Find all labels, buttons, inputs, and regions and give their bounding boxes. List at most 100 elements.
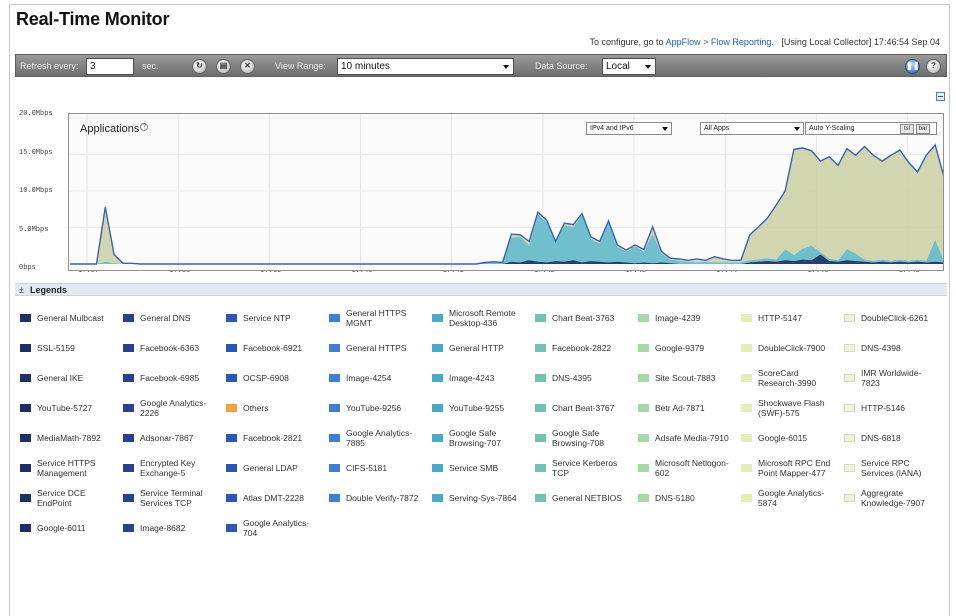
legend-item[interactable]: Double Verify-7872 <box>329 484 424 512</box>
legend-item[interactable]: DNS-4395 <box>535 364 630 392</box>
data-source-select[interactable]: Local <box>602 58 656 75</box>
legend-item[interactable]: General HTTPS MGMT <box>329 304 424 332</box>
legend-item[interactable]: Google Analytics-704 <box>226 514 321 542</box>
legend-item[interactable]: Microsoft Remote Desktop-436 <box>432 304 527 332</box>
legend-item[interactable]: General HTTPS <box>329 334 424 362</box>
print-icon[interactable]: ▤ <box>216 59 231 74</box>
legend-item[interactable]: Shockwave Flash (SWF)-575 <box>741 394 836 422</box>
legend-header[interactable]: ± Legends <box>15 283 947 296</box>
legend-swatch <box>123 434 134 442</box>
collapse-icon[interactable] <box>936 92 945 101</box>
help-icon[interactable]: ? <box>926 59 941 74</box>
legend-item[interactable]: OCSP-6908 <box>226 364 321 392</box>
legend-item[interactable]: Google Analytics-7885 <box>329 424 424 452</box>
legend-label: Google Analytics-7885 <box>346 428 413 448</box>
legend-label: DNS-4398 <box>861 343 901 353</box>
flow-reporting-link[interactable]: AppFlow > Flow Reporting. <box>666 37 774 47</box>
legend-item[interactable]: Google Safe Browsing-707 <box>432 424 527 452</box>
legend-swatch <box>844 374 855 382</box>
legend-item[interactable]: YouTube-9255 <box>432 394 527 422</box>
legend-item[interactable]: Adsonar-7867 <box>123 424 218 452</box>
legend-item[interactable]: General IKE <box>20 364 115 392</box>
legend-item[interactable]: ScoreCard Research-3990 <box>741 364 836 392</box>
legend-item[interactable]: Facebook-6363 <box>123 334 218 362</box>
legend-swatch <box>329 314 340 322</box>
legend-item[interactable]: Google Analytics-5874 <box>741 484 836 512</box>
refresh-interval-input[interactable] <box>86 58 134 75</box>
legend-item[interactable]: General LDAP <box>226 454 321 482</box>
legend-item[interactable]: Service SMB <box>432 454 527 482</box>
legend-swatch <box>329 434 340 442</box>
legend-label: General HTTPS MGMT <box>346 308 407 328</box>
legend-item[interactable]: Image-8682 <box>123 514 218 542</box>
legend-swatch <box>432 404 443 412</box>
legend-item[interactable]: Atlas DMT-2228 <box>226 484 321 512</box>
settings-icon[interactable]: ✕ <box>240 59 255 74</box>
legend-item[interactable]: Microsoft Netlogon-602 <box>638 454 733 482</box>
legend-label: CIFS-5181 <box>346 463 388 473</box>
help-icon[interactable]: ? <box>140 123 149 131</box>
expand-icon[interactable]: ± <box>19 285 24 295</box>
legend-item[interactable]: Google-6015 <box>741 424 836 452</box>
legend-label: Microsoft Netlogon-602 <box>655 458 729 478</box>
chart-bar-button[interactable]: bar <box>916 124 930 134</box>
legend-item[interactable]: Service HTTPS Management <box>20 454 115 482</box>
legend-item[interactable]: DoubleClick-6261 <box>844 304 939 332</box>
legend-item[interactable]: General HTTP <box>432 334 527 362</box>
legend-item[interactable]: HTTP-5146 <box>844 394 939 422</box>
legend-item[interactable]: YouTube-9256 <box>329 394 424 422</box>
legend-item[interactable]: DNS-5180 <box>638 484 733 512</box>
legend-item[interactable]: Aggregrate Knowledge-7907 <box>844 484 939 512</box>
legend-item[interactable]: HTTP-5147 <box>741 304 836 332</box>
pause-icon[interactable]: ❚❚ <box>905 59 920 74</box>
app-filter-select[interactable]: All Apps <box>700 122 804 135</box>
legend-item[interactable]: Facebook-6985 <box>123 364 218 392</box>
legend-item[interactable]: Facebook-6921 <box>226 334 321 362</box>
legend-label: General LDAP <box>243 463 298 473</box>
legend-item[interactable]: DNS-4398 <box>844 334 939 362</box>
legend-item[interactable]: General Mulbcast <box>20 304 115 332</box>
legend-item[interactable]: Others <box>226 394 321 422</box>
legend-label: General IKE <box>37 373 84 383</box>
legend-item[interactable]: Facebook-2822 <box>535 334 630 362</box>
legend-item[interactable]: Image-4239 <box>638 304 733 332</box>
refresh-icon[interactable]: ↻ <box>192 59 207 74</box>
legend-item[interactable]: DNS-6818 <box>844 424 939 452</box>
legend-swatch <box>226 404 237 412</box>
legend-item[interactable]: Service Kerberos TCP <box>535 454 630 482</box>
legend-item[interactable]: YouTube-5727 <box>20 394 115 422</box>
legend-item[interactable]: Google Analytics-2226 <box>123 394 218 422</box>
legend-label: General Mulbcast <box>37 313 104 323</box>
legend-item[interactable]: Service DCE EndPoint <box>20 484 115 512</box>
legend-item[interactable]: Betr Ad-7871 <box>638 394 733 422</box>
legend-item[interactable]: Encrypted Key Exchange-5 <box>123 454 218 482</box>
legend-item[interactable]: Google Safe Browsing-708 <box>535 424 630 452</box>
view-range-select[interactable]: 10 minutes <box>337 58 514 75</box>
legend-item[interactable]: General NETBIOS <box>535 484 630 512</box>
legend-item[interactable]: CIFS-5181 <box>329 454 424 482</box>
chevron-down-icon <box>503 65 509 69</box>
legend-item[interactable]: Chart Beat-3763 <box>535 304 630 332</box>
legend-item[interactable]: Site Scout-7883 <box>638 364 733 392</box>
legend-item[interactable]: General DNS <box>123 304 218 332</box>
legend-item[interactable]: Facebook-2821 <box>226 424 321 452</box>
ip-filter-select[interactable]: IPv4 and IPv6 <box>586 122 672 135</box>
legend-item[interactable]: Google-6011 <box>20 514 115 542</box>
legend-item[interactable]: Serving-Sys-7864 <box>432 484 527 512</box>
legend-label: Betr Ad-7871 <box>655 403 705 413</box>
legend-item[interactable]: Service NTP <box>226 304 321 332</box>
legend-item[interactable]: Service Terminal Services TCP <box>123 484 218 512</box>
legend-item[interactable]: SSL-5159 <box>20 334 115 362</box>
legend-label: Image-4243 <box>449 373 495 383</box>
legend-item[interactable]: DoubleClick-7900 <box>741 334 836 362</box>
legend-item[interactable]: IMR Worldwide-7823 <box>844 364 939 392</box>
legend-item[interactable]: Microsoft RPC End Point Mapper-477 <box>741 454 836 482</box>
legend-item[interactable]: Service RPC Services (IANA) <box>844 454 939 482</box>
legend-item[interactable]: Image-4243 <box>432 364 527 392</box>
legend-item[interactable]: MediaMath-7892 <box>20 424 115 452</box>
legend-item[interactable]: Google-9379 <box>638 334 733 362</box>
legend-item[interactable]: Image-4254 <box>329 364 424 392</box>
legend-item[interactable]: Chart Beat-3767 <box>535 394 630 422</box>
legend-item[interactable]: Adsafe Media-7910 <box>638 424 733 452</box>
chart-line-button[interactable]: tsl <box>900 124 914 134</box>
